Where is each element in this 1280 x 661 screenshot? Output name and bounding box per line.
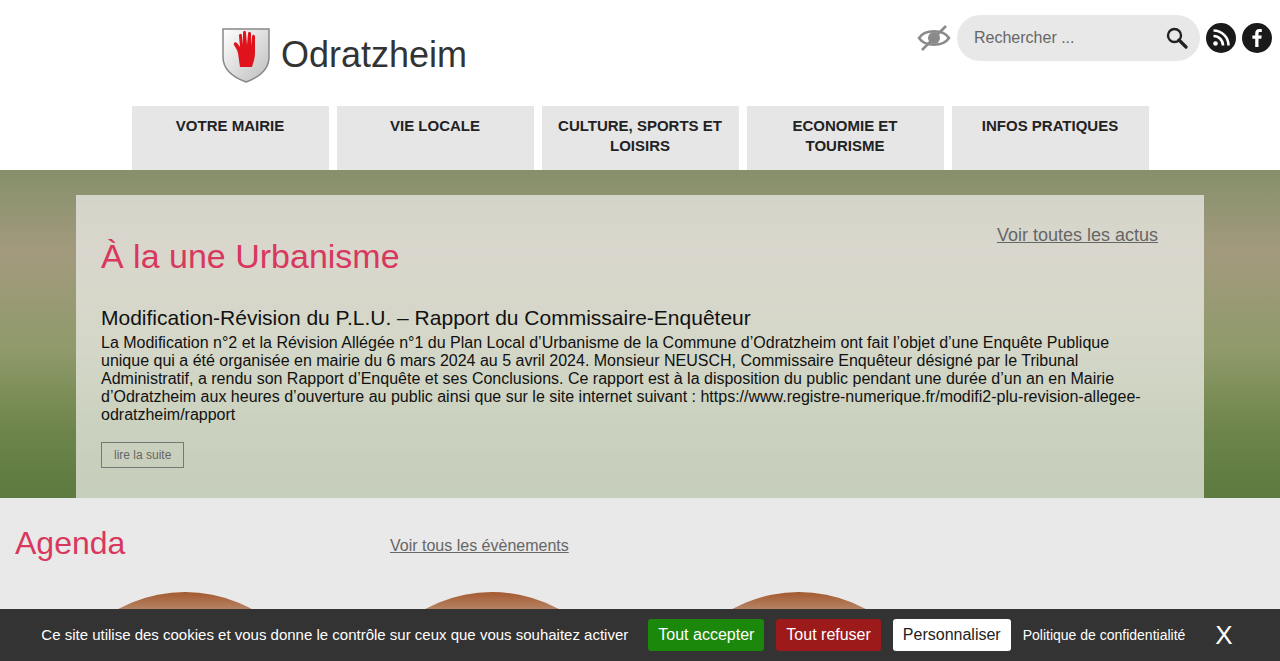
site-name[interactable]: Odratzheim: [281, 33, 467, 76]
search-input[interactable]: [972, 25, 1166, 51]
cookie-button[interactable]: Tout accepter: [648, 619, 764, 651]
menu-item[interactable]: ECONOMIE ET TOURISME: [747, 106, 944, 170]
accessibility-eye-icon[interactable]: [917, 25, 951, 51]
close-button[interactable]: X: [1209, 621, 1238, 649]
cookie-banner: Ce site utilise des cookies et vous donn…: [0, 609, 1280, 661]
article-title[interactable]: Modification-Révision du P.L.U. – Rappor…: [101, 305, 1158, 330]
shield-logo-icon[interactable]: [221, 27, 271, 83]
privacy-policy-link[interactable]: Politique de confidentialité: [1023, 625, 1186, 646]
search-bar: [957, 15, 1200, 61]
cookie-button[interactable]: Tout refuser: [776, 619, 880, 651]
featured-header: À la une Urbanisme Voir toutes les actus: [101, 222, 1158, 277]
featured-panel: À la une Urbanisme Voir toutes les actus M…: [76, 195, 1204, 498]
home-link[interactable]: Odratzheim: [0, 0, 467, 83]
search-icon[interactable]: [1166, 27, 1188, 49]
featured-section: À la une Urbanisme Voir toutes les actus M…: [0, 170, 1280, 498]
all-events-link[interactable]: Voir tous les évènements: [390, 534, 569, 558]
menu-item[interactable]: VIE LOCALE: [337, 106, 534, 170]
menu-item[interactable]: VOTRE MAIRIE: [132, 106, 329, 170]
main-menu: VOTRE MAIRIEVIE LOCALECULTURE, SPORTS ET…: [0, 106, 1280, 170]
facebook-icon[interactable]: [1242, 23, 1272, 53]
menu-item[interactable]: INFOS PRATIQUES: [952, 106, 1149, 170]
agenda-heading: Agenda: [15, 524, 390, 562]
site-header: Odratzheim: [0, 0, 1280, 106]
all-news-link[interactable]: Voir toutes les actus: [997, 222, 1158, 249]
menu-item[interactable]: CULTURE, SPORTS ET LOISIRS: [542, 106, 739, 170]
rss-icon[interactable]: [1206, 23, 1236, 53]
header-tools: [917, 0, 1280, 61]
article-summary: La Modification n°2 et la Révision Allég…: [101, 334, 1158, 424]
read-more-button[interactable]: lire la suite: [101, 442, 184, 468]
cookie-message: Ce site utilise des cookies et vous donn…: [41, 624, 628, 647]
agenda-header: AgendaVoir tous les évènements: [15, 524, 1265, 562]
cookie-button[interactable]: Personnaliser: [893, 619, 1011, 651]
featured-heading: À la une Urbanisme: [101, 236, 400, 277]
